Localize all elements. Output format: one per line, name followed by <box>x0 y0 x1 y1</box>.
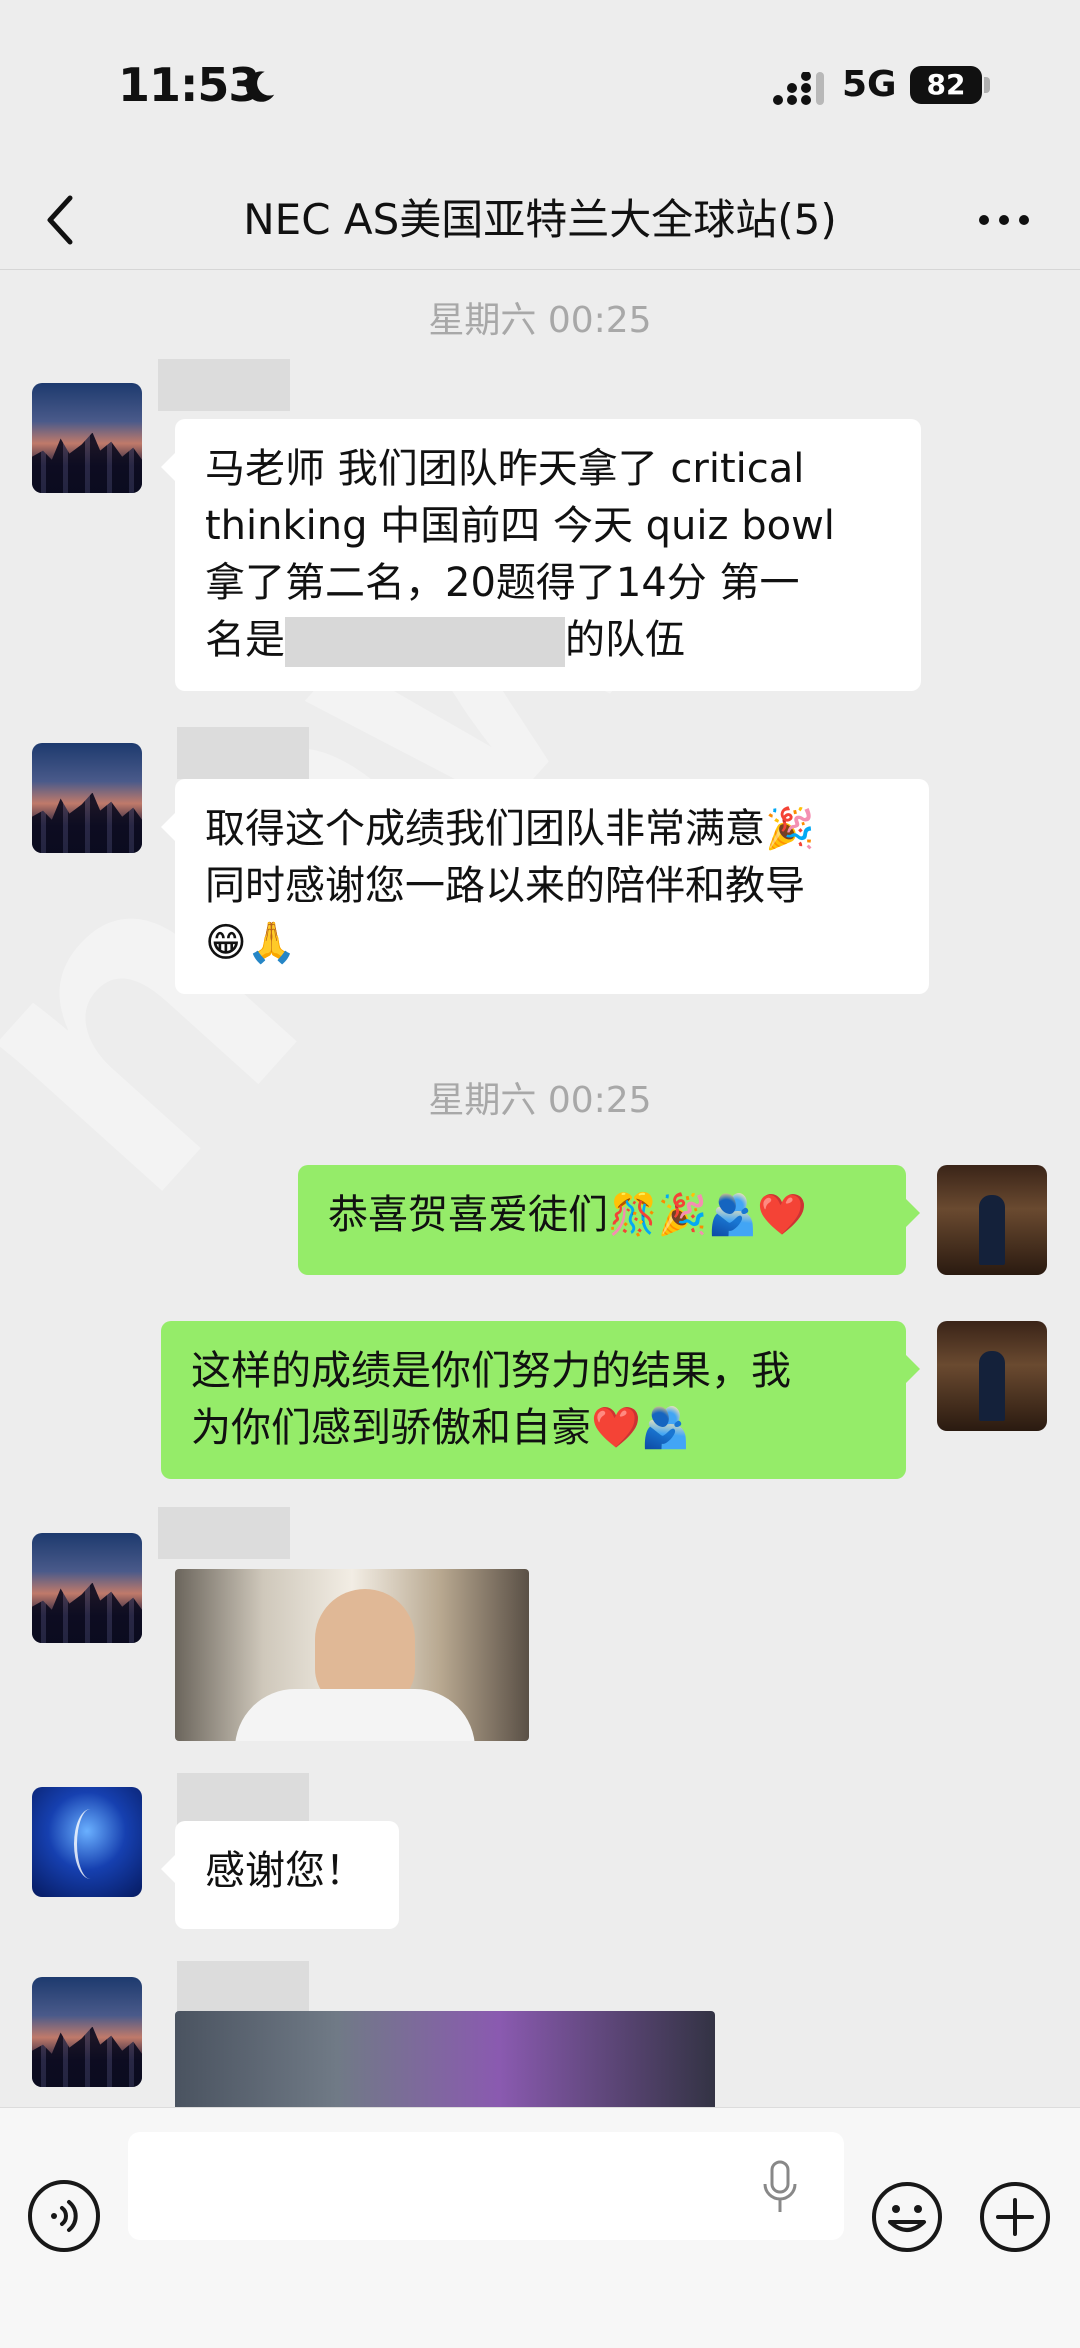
more-icon[interactable] <box>976 210 1032 230</box>
avatar[interactable] <box>32 1787 142 1897</box>
voice-icon <box>51 2200 78 2232</box>
chat-title: NEC AS美国亚特兰大全球站(5) <box>243 195 837 244</box>
timestamp: 星期六 00:25 <box>428 300 652 341</box>
avatar[interactable] <box>937 1321 1047 1431</box>
message-bubble[interactable]: 感谢您！ <box>161 1821 399 1929</box>
photo-shirt <box>235 1689 475 1741</box>
emoji-button[interactable] <box>870 2180 944 2254</box>
message-line: 这样的成绩是你们努力的结果，我 <box>191 1348 791 1394</box>
network-label: 5G <box>842 64 897 105</box>
sender-name <box>158 1507 290 1559</box>
message-bubble[interactable]: 马老师 我们团队昨天拿了 critical thinking 中国前四 今天 q… <box>161 419 921 691</box>
message-line: 感谢您！ <box>205 1848 365 1894</box>
image-message[interactable] <box>175 2011 715 2107</box>
message-line: thinking 中国前四 今天 quiz bowl <box>205 503 835 549</box>
voice-button[interactable] <box>28 2180 100 2252</box>
mic-icon[interactable] <box>760 2160 800 2216</box>
status-time: 11:53 <box>118 58 260 112</box>
nav-bar: NEC AS美国亚特兰大全球站(5) <box>0 170 1080 270</box>
message-line: 为你们感到骄傲和自豪❤️🫂 <box>191 1405 691 1451</box>
avatar[interactable] <box>32 1977 142 2087</box>
message-line: 名是 的队伍 <box>205 612 891 669</box>
message-line: 同时感谢您一路以来的陪伴和教导 <box>205 863 805 909</box>
message-line: 马老师 我们团队昨天拿了 critical <box>205 446 805 492</box>
timestamp: 星期六 00:25 <box>428 1080 652 1121</box>
avatar[interactable] <box>937 1165 1047 1275</box>
message-line: 恭喜贺喜爱徒们🎊🎉🫂❤️ <box>328 1192 808 1238</box>
battery-indicator: 82 <box>910 66 982 104</box>
avatar[interactable] <box>32 383 142 493</box>
message-bubble[interactable]: 取得这个成绩我们团队非常满意🎉 同时感谢您一路以来的陪伴和教导 😁🙏 <box>161 779 929 994</box>
plus-button[interactable] <box>978 2180 1052 2254</box>
message-bubble[interactable]: 这样的成绩是你们努力的结果，我 为你们感到骄傲和自豪❤️🫂 <box>161 1321 920 1479</box>
message-bubble[interactable]: 恭喜贺喜爱徒们🎊🎉🫂❤️ <box>298 1165 920 1275</box>
signal-icon <box>773 72 824 105</box>
message-input[interactable] <box>128 2132 844 2240</box>
chat-area[interactable]: new 星期六 00:25 马老师 我们团队昨天拿了 critical thin… <box>0 271 1080 2107</box>
moon-icon <box>246 71 275 102</box>
sender-name <box>158 359 290 411</box>
input-bar <box>0 2107 1080 2348</box>
sender-name <box>177 1961 309 2013</box>
sender-name <box>177 727 309 779</box>
battery-cap <box>984 77 990 93</box>
message-text: 名是 <box>205 617 285 663</box>
message-line: 拿了第二名，20题得了14分 第一 <box>205 560 800 606</box>
avatar[interactable] <box>32 743 142 853</box>
avatar[interactable] <box>32 1533 142 1643</box>
status-bar: 11:53 5G 82 <box>0 0 1080 170</box>
image-message[interactable] <box>175 1569 529 1741</box>
redacted-block <box>285 617 565 667</box>
back-icon[interactable] <box>40 190 80 250</box>
message-text: 的队伍 <box>565 617 685 663</box>
message-line: 取得这个成绩我们团队非常满意🎉 <box>205 806 815 852</box>
message-line: 😁🙏 <box>205 920 297 966</box>
sender-name <box>177 1773 309 1825</box>
